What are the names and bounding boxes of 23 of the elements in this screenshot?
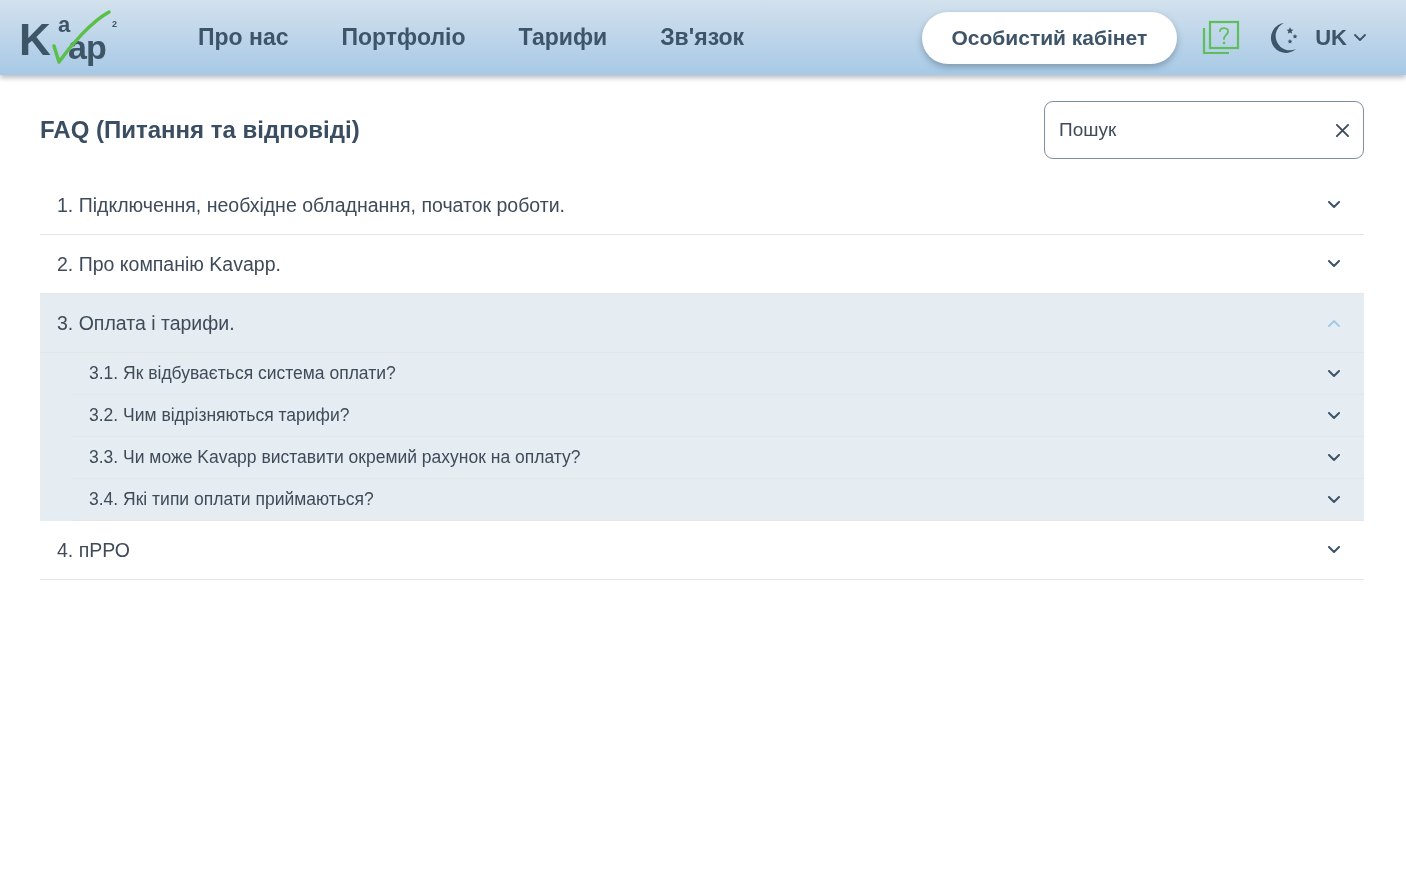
nav-link[interactable]: Тарифи xyxy=(518,24,608,51)
chevron-down-icon xyxy=(1328,495,1340,504)
faq-subquestion[interactable]: 3.2. Чим відрізняються тарифи? xyxy=(72,395,1364,437)
faq-subquestion[interactable]: 3.3. Чи може Kavapp виставити окремий рахунок на оплату? xyxy=(72,437,1364,479)
chevron-down-icon xyxy=(1328,411,1340,420)
language-selector[interactable]: UK xyxy=(1315,24,1366,51)
nav-link[interactable]: Про нас xyxy=(198,24,289,51)
chevron-up-icon xyxy=(1328,319,1340,327)
page-title: FAQ (Питання та відповіді) xyxy=(40,116,360,144)
chevron-down-icon xyxy=(1328,369,1340,378)
chevron-down-icon xyxy=(1328,260,1340,268)
nav-link[interactable]: Зв'язок xyxy=(660,24,745,51)
chevron-down-icon xyxy=(1328,546,1340,554)
moon-icon[interactable] xyxy=(1268,21,1299,54)
faq-section[interactable]: 3. Оплата і тарифи. xyxy=(40,294,1364,353)
nav-link[interactable]: Портфоліо xyxy=(341,24,466,51)
faq-subquestion[interactable]: 3.1. Як відбувається система оплати? xyxy=(72,353,1364,395)
chevron-down-icon xyxy=(1328,453,1340,462)
chevron-down-icon xyxy=(1328,201,1340,209)
search-field[interactable]: Пошук xyxy=(1044,101,1364,159)
close-icon[interactable] xyxy=(1335,123,1350,138)
chevron-down-icon xyxy=(1354,33,1366,42)
account-button[interactable]: Особистий кабінет xyxy=(921,11,1178,64)
